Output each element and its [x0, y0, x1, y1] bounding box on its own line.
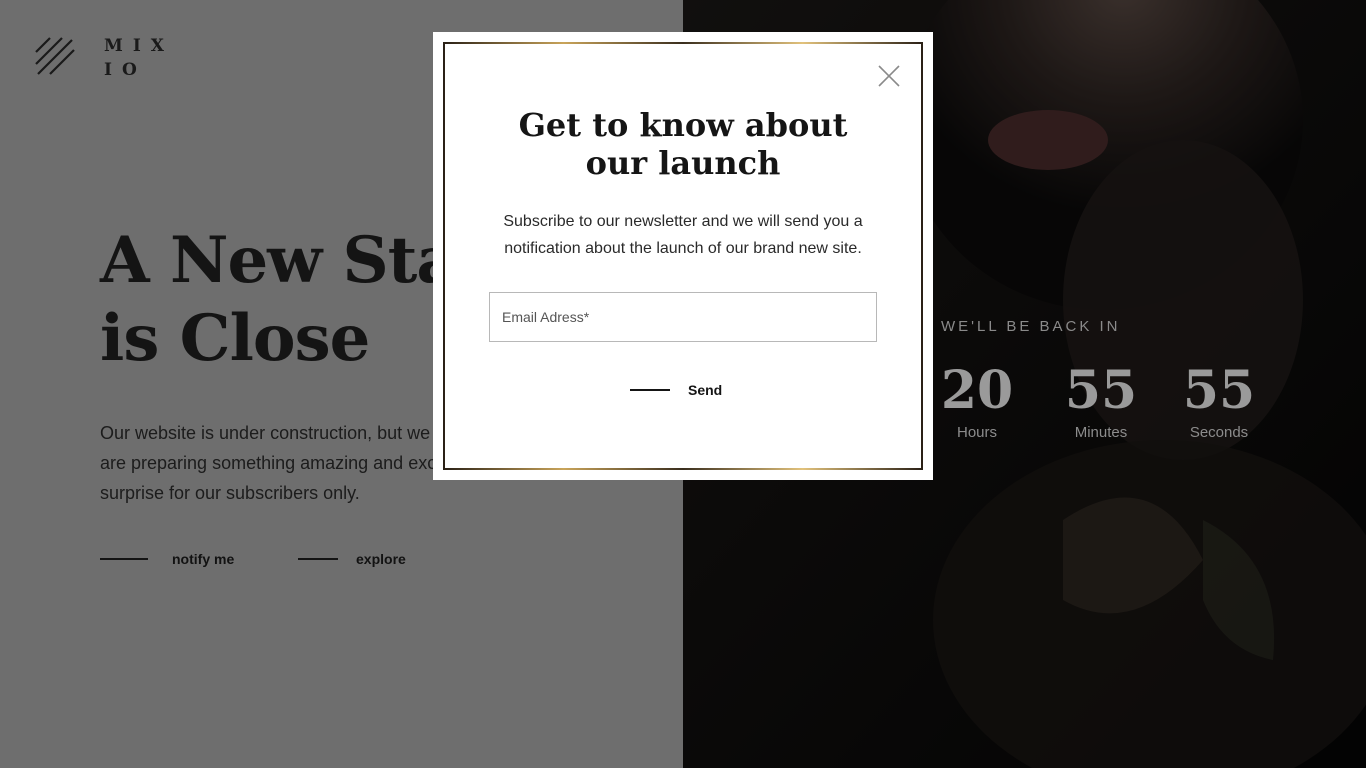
modal-description: Subscribe to our newsletter and we will …: [503, 213, 863, 257]
hero-title-line-2: is Close: [100, 301, 370, 376]
logo-line-1: MIX: [104, 36, 174, 56]
notify-line-icon: [100, 558, 148, 560]
hours-value: 20: [940, 360, 1014, 421]
back-in-label: WE'LL BE BACK IN: [941, 318, 1121, 335]
minutes-value: 55: [1064, 360, 1138, 421]
send-button[interactable]: Send: [630, 378, 722, 402]
logo-line-2: IO: [104, 60, 147, 80]
email-field[interactable]: [489, 292, 877, 342]
explore-button[interactable]: explore: [298, 548, 406, 570]
seconds-value: 55: [1182, 360, 1256, 421]
logo-stripes-icon: [35, 37, 75, 75]
send-line-icon: [630, 389, 670, 391]
notify-me-button[interactable]: notify me: [100, 548, 234, 570]
subscribe-modal: Get to know about our launch Subscribe t…: [433, 32, 933, 480]
send-label: Send: [688, 382, 723, 398]
explore-line-icon: [298, 558, 338, 560]
seconds-unit: Seconds: [1189, 424, 1249, 441]
explore-label: explore: [356, 551, 406, 567]
countdown-seconds: 55 Seconds: [1179, 360, 1259, 441]
modal-title: Get to know about our launch: [518, 106, 848, 182]
countdown-hours: 20 Hours: [937, 360, 1017, 441]
logo-text: MIX IO: [104, 34, 174, 82]
countdown-minutes: 55 Minutes: [1061, 360, 1141, 441]
close-icon[interactable]: [877, 64, 901, 88]
hours-unit: Hours: [956, 424, 997, 441]
minutes-unit: Minutes: [1074, 424, 1128, 441]
notify-me-label: notify me: [172, 551, 235, 567]
